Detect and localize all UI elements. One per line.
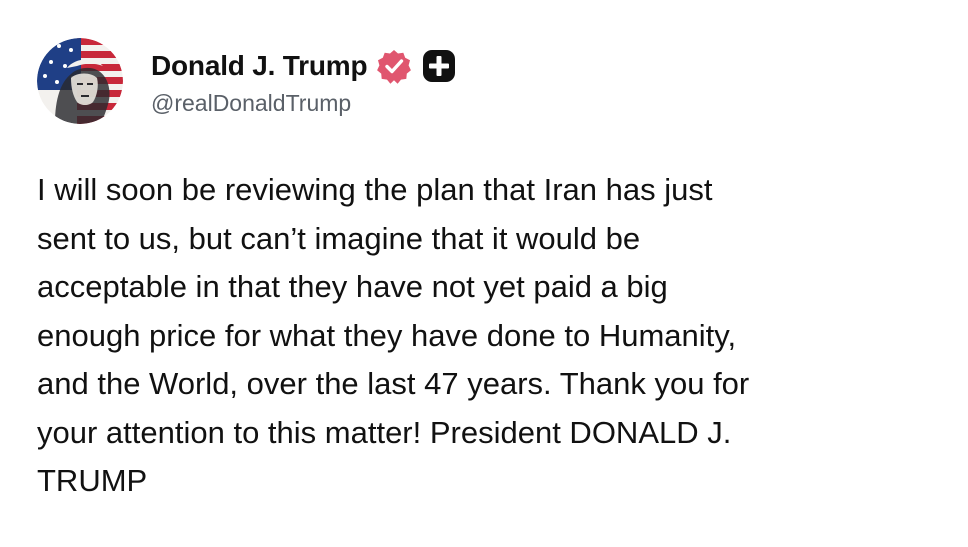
post-body-text: I will soon be reviewing the plan that I… — [37, 172, 750, 498]
avatar[interactable] — [37, 38, 123, 124]
author-display-name[interactable]: Donald J. Trump — [151, 50, 368, 82]
post-card: Donald J. Trump @realDonaldTrump I will … — [0, 0, 968, 547]
post-header: Donald J. Trump @realDonaldTrump — [37, 38, 456, 124]
author-identity: Donald J. Trump @realDonaldTrump — [151, 46, 456, 117]
name-row: Donald J. Trump — [151, 46, 456, 86]
avatar-image — [37, 38, 123, 124]
author-handle[interactable]: @realDonaldTrump — [151, 90, 456, 117]
follow-plus-icon[interactable] — [422, 49, 456, 83]
verified-badge-icon — [376, 48, 412, 84]
